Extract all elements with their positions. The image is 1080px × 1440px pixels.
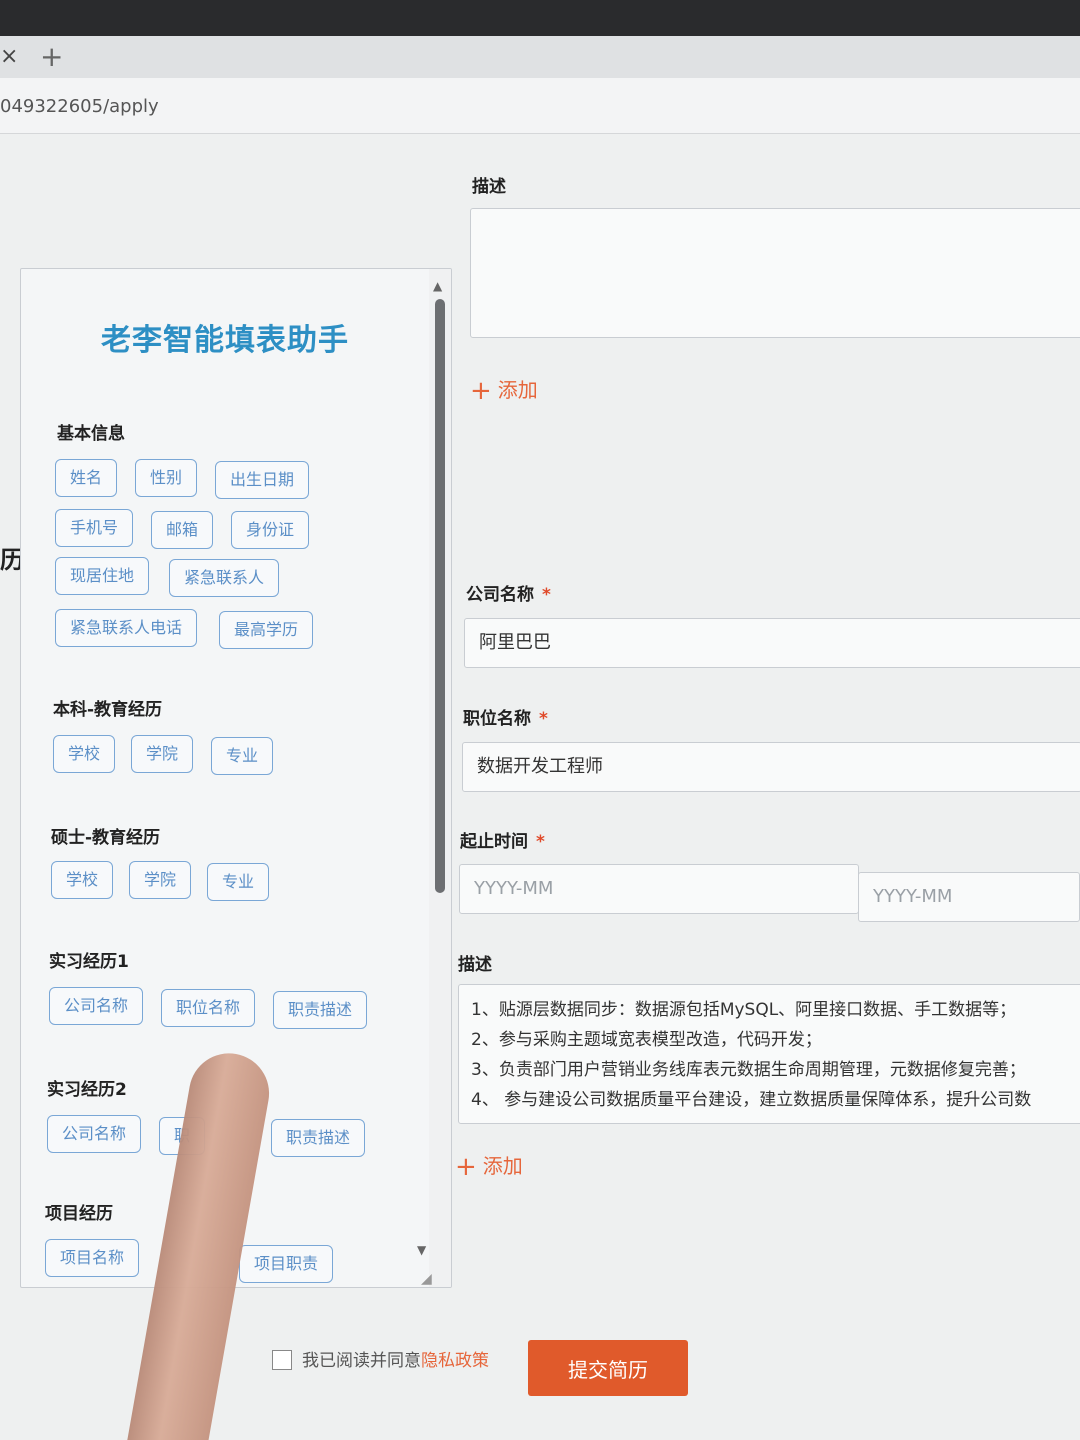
chip-gender[interactable]: 性别 [135,459,198,497]
chip-bachelor-college[interactable]: 学院 [131,735,194,773]
plus-icon: + [470,376,492,406]
helper-scrollbar-thumb[interactable] [435,299,445,893]
chip-intern2-company[interactable]: 公司名称 [47,1115,142,1153]
chip-email[interactable]: 邮箱 [151,511,214,549]
top-desc-textarea[interactable] [470,208,1080,338]
section-basic-title: 基本信息 [57,424,125,444]
period-label: 起止时间 * [460,832,545,852]
chip-birthdate[interactable]: 出生日期 [215,461,310,499]
scroll-up-icon[interactable]: ▲ [433,279,442,293]
new-tab-icon[interactable]: + [40,40,63,73]
resize-grip-icon[interactable]: ◢ [421,1271,432,1287]
desc-line: 4、 参与建设公司数据质量平台建设，建立数据质量保障体系，提升公司数 [471,1090,1032,1110]
chip-bachelor-major[interactable]: 专业 [211,737,274,775]
start-date-input[interactable]: YYYY-MM [459,864,859,914]
position-input[interactable]: 数据开发工程师 [462,742,1080,792]
end-date-input[interactable]: YYYY-MM [858,872,1080,922]
tab-close-icon[interactable]: × [0,44,18,69]
url-text[interactable]: 049322605/apply [0,96,159,117]
section-master-title: 硕士-教育经历 [51,828,161,848]
add-button-2[interactable]: + 添加 [455,1150,523,1182]
tab-strip [0,36,1080,78]
chip-address[interactable]: 现居住地 [55,557,150,595]
chip-master-school[interactable]: 学校 [51,861,114,899]
section-intern2-title: 实习经历2 [47,1080,127,1100]
privacy-link[interactable]: 隐私政策 [421,1351,489,1371]
top-desc-label: 描述 [472,177,506,197]
desc-line: 3、负责部门用户营销业务线库表元数据生命周期管理，元数据修复完善； [471,1060,1026,1080]
chip-highest-degree[interactable]: 最高学历 [219,611,314,649]
chip-intern1-company[interactable]: 公司名称 [49,987,144,1025]
desc-line: 2、参与采购主题域宽表模型改造，代码开发； [471,1030,822,1050]
chip-project-duty[interactable]: 项目职责 [239,1245,334,1283]
section-project-title: 项目经历 [45,1204,113,1224]
chip-project-name[interactable]: 项目名称 [45,1239,140,1277]
chip-emergency-contact[interactable]: 紧急联系人 [169,559,280,597]
company-input[interactable]: 阿里巴巴 [464,618,1080,668]
agree-row: 我已阅读并同意隐私政策 [272,1346,489,1371]
section-intern1-title: 实习经历1 [49,952,129,972]
chip-id-card[interactable]: 身份证 [231,511,310,549]
scroll-down-icon[interactable]: ▼ [417,1243,426,1257]
chip-bachelor-school[interactable]: 学校 [53,735,116,773]
chip-emergency-phone[interactable]: 紧急联系人电话 [55,609,198,647]
company-label: 公司名称 * [466,585,551,605]
desc-line: 1、贴源层数据同步：数据源包括MySQL、阿里接口数据、手工数据等； [471,1000,1017,1020]
desc-label: 描述 [458,955,492,975]
chip-name[interactable]: 姓名 [55,459,118,497]
chip-intern2-duty[interactable]: 职责描述 [271,1119,366,1157]
plus-icon: + [455,1152,477,1182]
helper-title: 老李智能填表助手 [101,323,349,358]
position-label: 职位名称 * [463,709,548,729]
os-top-bar [0,0,1080,36]
chip-master-major[interactable]: 专业 [207,863,270,901]
agree-text: 我已阅读并同意 [302,1351,421,1371]
address-bar[interactable] [0,78,1080,134]
agree-checkbox[interactable] [272,1350,292,1370]
section-bachelor-title: 本科-教育经历 [53,700,163,720]
chip-phone[interactable]: 手机号 [55,509,134,547]
chip-master-college[interactable]: 学院 [129,861,192,899]
chip-intern1-position[interactable]: 职位名称 [161,989,256,1027]
add-button-1[interactable]: + 添加 [470,374,538,406]
chip-intern1-duty[interactable]: 职责描述 [273,991,368,1029]
desc-textarea[interactable]: 1、贴源层数据同步：数据源包括MySQL、阿里接口数据、手工数据等； 2、参与采… [458,984,1080,1124]
submit-resume-button[interactable]: 提交简历 [528,1340,688,1396]
